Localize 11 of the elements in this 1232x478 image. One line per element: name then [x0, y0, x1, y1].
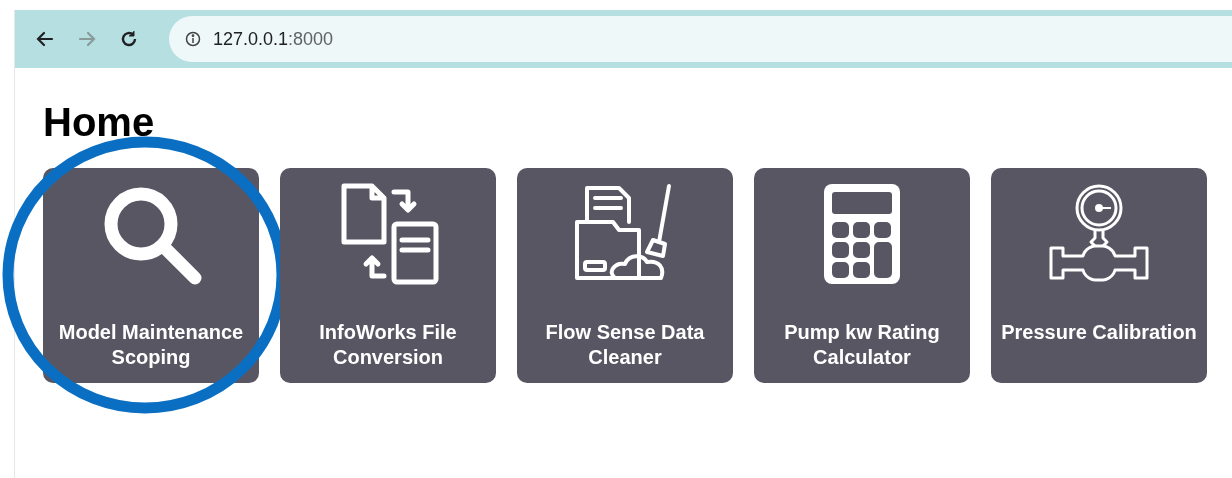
reload-icon[interactable] [119, 29, 139, 49]
url-text: 127.0.0.1:8000 [213, 27, 334, 51]
tool-card[interactable]: Flow Sense Data Cleaner [517, 168, 733, 383]
tool-card[interactable]: InfoWorks File Conversion [280, 168, 496, 383]
tool-card[interactable]: Model Maintenance Scoping [43, 168, 259, 383]
back-icon[interactable] [35, 29, 55, 49]
tool-card[interactable]: Pressure Calibration [991, 168, 1207, 383]
page-title: Home [43, 99, 156, 146]
info-icon [185, 31, 201, 47]
address-bar[interactable]: 127.0.0.1:8000 [169, 16, 1232, 62]
tool-card[interactable]: Pump kw Rating Calculator [754, 168, 970, 383]
